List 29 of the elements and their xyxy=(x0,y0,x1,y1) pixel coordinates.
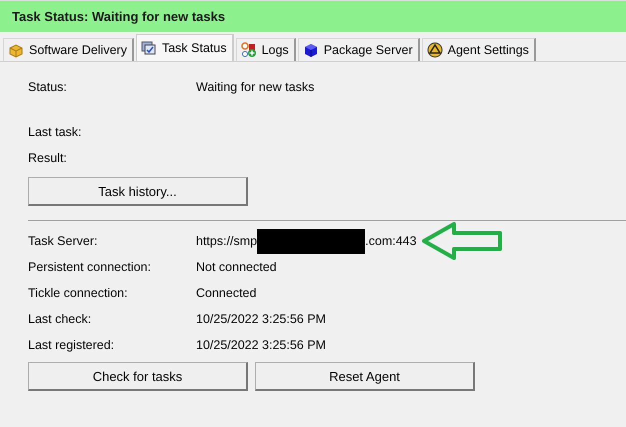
tab[interactable]: Agent Settings xyxy=(422,38,536,61)
field-value: .com:443 xyxy=(365,234,417,248)
field-label: Result: xyxy=(28,151,68,165)
tab[interactable]: Task Status xyxy=(136,34,234,61)
field-value: https://smp xyxy=(196,234,258,248)
field-label: Last task: xyxy=(28,125,82,139)
tab[interactable]: Package Server xyxy=(298,38,420,61)
emblem-icon xyxy=(426,42,443,58)
button[interactable]: Task history... xyxy=(28,177,248,206)
cube-icon xyxy=(302,42,319,58)
nodes-plus-icon xyxy=(240,42,257,58)
field-value: Waiting for new tasks xyxy=(196,80,314,94)
field-label: Last registered: xyxy=(28,338,116,352)
field-label: Task Server: xyxy=(28,234,98,248)
field-value: 10/25/2022 3:25:56 PM xyxy=(196,312,326,326)
button[interactable]: Check for tasks xyxy=(28,362,248,391)
tab[interactable]: Software Delivery xyxy=(3,38,134,61)
window-title: Task Status: Waiting for new tasks xyxy=(12,9,226,24)
field-value: 10/25/2022 3:25:56 PM xyxy=(196,338,326,352)
window-stack-icon xyxy=(140,40,157,56)
field-label: Last check: xyxy=(28,312,92,326)
button[interactable]: Reset Agent xyxy=(255,362,475,391)
field-value: Connected xyxy=(196,286,256,300)
box-icon xyxy=(8,42,24,58)
field-label: Status: xyxy=(28,80,68,94)
field-value: Not connected xyxy=(196,260,277,274)
field-label: Persistent connection: xyxy=(28,260,152,274)
field-label: Tickle connection: xyxy=(28,286,129,300)
tab[interactable]: Logs xyxy=(236,38,296,61)
